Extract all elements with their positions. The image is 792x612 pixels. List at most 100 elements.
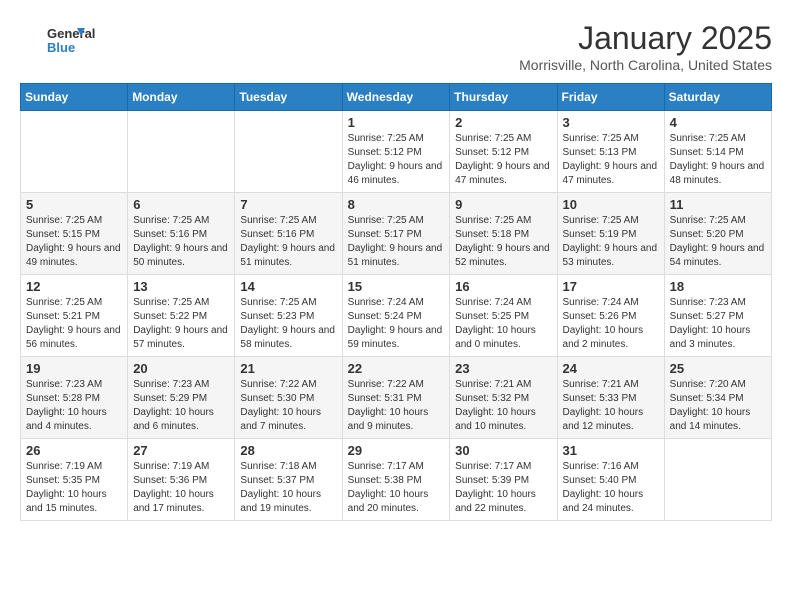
- calendar-cell: 14 Sunrise: 7:25 AM Sunset: 5:23 PM Dayli…: [235, 275, 342, 357]
- day-sun-info: Sunrise: 7:25 AM Sunset: 5:17 PM Dayligh…: [348, 214, 445, 270]
- day-number: 1: [348, 115, 445, 130]
- calendar-cell: [235, 111, 342, 193]
- day-sun-info: Sunrise: 7:22 AM Sunset: 5:30 PM Dayligh…: [240, 378, 336, 434]
- day-sun-info: Sunrise: 7:22 AM Sunset: 5:31 PM Dayligh…: [348, 378, 445, 434]
- day-number: 10: [563, 197, 659, 212]
- calendar-header-thursday: Thursday: [450, 84, 557, 111]
- calendar-cell: 29 Sunrise: 7:17 AM Sunset: 5:38 PM Dayli…: [342, 439, 450, 521]
- calendar-header-monday: Monday: [128, 84, 235, 111]
- calendar-cell: 5 Sunrise: 7:25 AM Sunset: 5:15 PM Daylig…: [21, 193, 128, 275]
- day-sun-info: Sunrise: 7:18 AM Sunset: 5:37 PM Dayligh…: [240, 460, 336, 516]
- day-number: 4: [670, 115, 766, 130]
- location-text: Morrisville, North Carolina, United Stat…: [519, 57, 772, 73]
- calendar-header-wednesday: Wednesday: [342, 84, 450, 111]
- day-number: 5: [26, 197, 122, 212]
- calendar-cell: 6 Sunrise: 7:25 AM Sunset: 5:16 PM Daylig…: [128, 193, 235, 275]
- calendar-cell: [21, 111, 128, 193]
- calendar-cell: 18Sunrise: 7:23 AM Sunset: 5:27 PM Dayli…: [664, 275, 771, 357]
- calendar-cell: 1 Sunrise: 7:25 AM Sunset: 5:12 PM Daylig…: [342, 111, 450, 193]
- day-sun-info: Sunrise: 7:19 AM Sunset: 5:35 PM Dayligh…: [26, 460, 122, 516]
- calendar-cell: 10 Sunrise: 7:25 AM Sunset: 5:19 PM Dayli…: [557, 193, 664, 275]
- calendar-header-sunday: Sunday: [21, 84, 128, 111]
- day-number: 31: [563, 443, 659, 458]
- day-number: 19: [26, 361, 122, 376]
- calendar-cell: 2 Sunrise: 7:25 AM Sunset: 5:12 PM Daylig…: [450, 111, 557, 193]
- day-sun-info: Sunrise: 7:25 AM Sunset: 5:16 PM Dayligh…: [240, 214, 336, 270]
- calendar-cell: 8 Sunrise: 7:25 AM Sunset: 5:17 PM Daylig…: [342, 193, 450, 275]
- calendar-week-row: 5 Sunrise: 7:25 AM Sunset: 5:15 PM Daylig…: [21, 193, 772, 275]
- page-header: General Blue January 2025 Morrisville, N…: [20, 20, 772, 73]
- day-sun-info: Sunrise: 7:19 AM Sunset: 5:36 PM Dayligh…: [133, 460, 229, 516]
- calendar-cell: 13 Sunrise: 7:25 AM Sunset: 5:22 PM Dayli…: [128, 275, 235, 357]
- day-number: 7: [240, 197, 336, 212]
- day-number: 25: [670, 361, 766, 376]
- day-sun-info: Sunrise: 7:24 AM Sunset: 5:24 PM Dayligh…: [348, 296, 445, 352]
- calendar-header-tuesday: Tuesday: [235, 84, 342, 111]
- day-number: 22: [348, 361, 445, 376]
- calendar-cell: 3 Sunrise: 7:25 AM Sunset: 5:13 PM Daylig…: [557, 111, 664, 193]
- calendar-header-row: SundayMondayTuesdayWednesdayThursdayFrid…: [21, 84, 772, 111]
- logo: General Blue: [20, 20, 110, 60]
- day-sun-info: Sunrise: 7:25 AM Sunset: 5:22 PM Dayligh…: [133, 296, 229, 352]
- title-block: January 2025 Morrisville, North Carolina…: [519, 20, 772, 73]
- day-number: 18: [670, 279, 766, 294]
- day-sun-info: Sunrise: 7:25 AM Sunset: 5:19 PM Dayligh…: [563, 214, 659, 270]
- day-number: 14: [240, 279, 336, 294]
- calendar-cell: 17Sunrise: 7:24 AM Sunset: 5:26 PM Dayli…: [557, 275, 664, 357]
- day-sun-info: Sunrise: 7:25 AM Sunset: 5:15 PM Dayligh…: [26, 214, 122, 270]
- day-number: 16: [455, 279, 551, 294]
- day-sun-info: Sunrise: 7:16 AM Sunset: 5:40 PM Dayligh…: [563, 460, 659, 516]
- day-number: 28: [240, 443, 336, 458]
- day-sun-info: Sunrise: 7:25 AM Sunset: 5:12 PM Dayligh…: [455, 132, 551, 188]
- calendar-week-row: 19Sunrise: 7:23 AM Sunset: 5:28 PM Dayli…: [21, 357, 772, 439]
- day-number: 15: [348, 279, 445, 294]
- calendar-cell: 27 Sunrise: 7:19 AM Sunset: 5:36 PM Dayli…: [128, 439, 235, 521]
- calendar-cell: [664, 439, 771, 521]
- calendar-cell: 12 Sunrise: 7:25 AM Sunset: 5:21 PM Dayli…: [21, 275, 128, 357]
- calendar-cell: 30 Sunrise: 7:17 AM Sunset: 5:39 PM Dayli…: [450, 439, 557, 521]
- day-sun-info: Sunrise: 7:20 AM Sunset: 5:34 PM Dayligh…: [670, 378, 766, 434]
- calendar-cell: 9Sunrise: 7:25 AM Sunset: 5:18 PM Daylig…: [450, 193, 557, 275]
- day-number: 9: [455, 197, 551, 212]
- day-number: 27: [133, 443, 229, 458]
- calendar-cell: 19Sunrise: 7:23 AM Sunset: 5:28 PM Dayli…: [21, 357, 128, 439]
- day-number: 8: [348, 197, 445, 212]
- calendar-header-friday: Friday: [557, 84, 664, 111]
- day-sun-info: Sunrise: 7:25 AM Sunset: 5:21 PM Dayligh…: [26, 296, 122, 352]
- calendar-cell: 16Sunrise: 7:24 AM Sunset: 5:25 PM Dayli…: [450, 275, 557, 357]
- calendar-cell: 20Sunrise: 7:23 AM Sunset: 5:29 PM Dayli…: [128, 357, 235, 439]
- day-number: 2: [455, 115, 551, 130]
- day-number: 17: [563, 279, 659, 294]
- day-sun-info: Sunrise: 7:17 AM Sunset: 5:39 PM Dayligh…: [455, 460, 551, 516]
- calendar-cell: 7 Sunrise: 7:25 AM Sunset: 5:16 PM Daylig…: [235, 193, 342, 275]
- day-number: 13: [133, 279, 229, 294]
- calendar-cell: [128, 111, 235, 193]
- calendar-cell: 24Sunrise: 7:21 AM Sunset: 5:33 PM Dayli…: [557, 357, 664, 439]
- calendar-week-row: 1 Sunrise: 7:25 AM Sunset: 5:12 PM Daylig…: [21, 111, 772, 193]
- svg-text:Blue: Blue: [47, 40, 75, 55]
- calendar-cell: 15 Sunrise: 7:24 AM Sunset: 5:24 PM Dayli…: [342, 275, 450, 357]
- day-number: 30: [455, 443, 551, 458]
- day-number: 3: [563, 115, 659, 130]
- svg-text:General: General: [47, 26, 95, 41]
- calendar-cell: 31 Sunrise: 7:16 AM Sunset: 5:40 PM Dayli…: [557, 439, 664, 521]
- day-number: 29: [348, 443, 445, 458]
- day-number: 20: [133, 361, 229, 376]
- day-sun-info: Sunrise: 7:25 AM Sunset: 5:13 PM Dayligh…: [563, 132, 659, 188]
- day-sun-info: Sunrise: 7:25 AM Sunset: 5:23 PM Dayligh…: [240, 296, 336, 352]
- day-number: 12: [26, 279, 122, 294]
- day-number: 6: [133, 197, 229, 212]
- calendar-cell: 26 Sunrise: 7:19 AM Sunset: 5:35 PM Dayli…: [21, 439, 128, 521]
- day-sun-info: Sunrise: 7:25 AM Sunset: 5:16 PM Dayligh…: [133, 214, 229, 270]
- day-number: 26: [26, 443, 122, 458]
- day-number: 23: [455, 361, 551, 376]
- day-sun-info: Sunrise: 7:25 AM Sunset: 5:12 PM Dayligh…: [348, 132, 445, 188]
- day-sun-info: Sunrise: 7:17 AM Sunset: 5:38 PM Dayligh…: [348, 460, 445, 516]
- logo-icon: General Blue: [20, 20, 110, 60]
- calendar-table: SundayMondayTuesdayWednesdayThursdayFrid…: [20, 83, 772, 521]
- day-number: 11: [670, 197, 766, 212]
- day-sun-info: Sunrise: 7:21 AM Sunset: 5:33 PM Dayligh…: [563, 378, 659, 434]
- calendar-cell: 28 Sunrise: 7:18 AM Sunset: 5:37 PM Dayli…: [235, 439, 342, 521]
- calendar-cell: 25 Sunrise: 7:20 AM Sunset: 5:34 PM Dayli…: [664, 357, 771, 439]
- calendar-cell: 4Sunrise: 7:25 AM Sunset: 5:14 PM Daylig…: [664, 111, 771, 193]
